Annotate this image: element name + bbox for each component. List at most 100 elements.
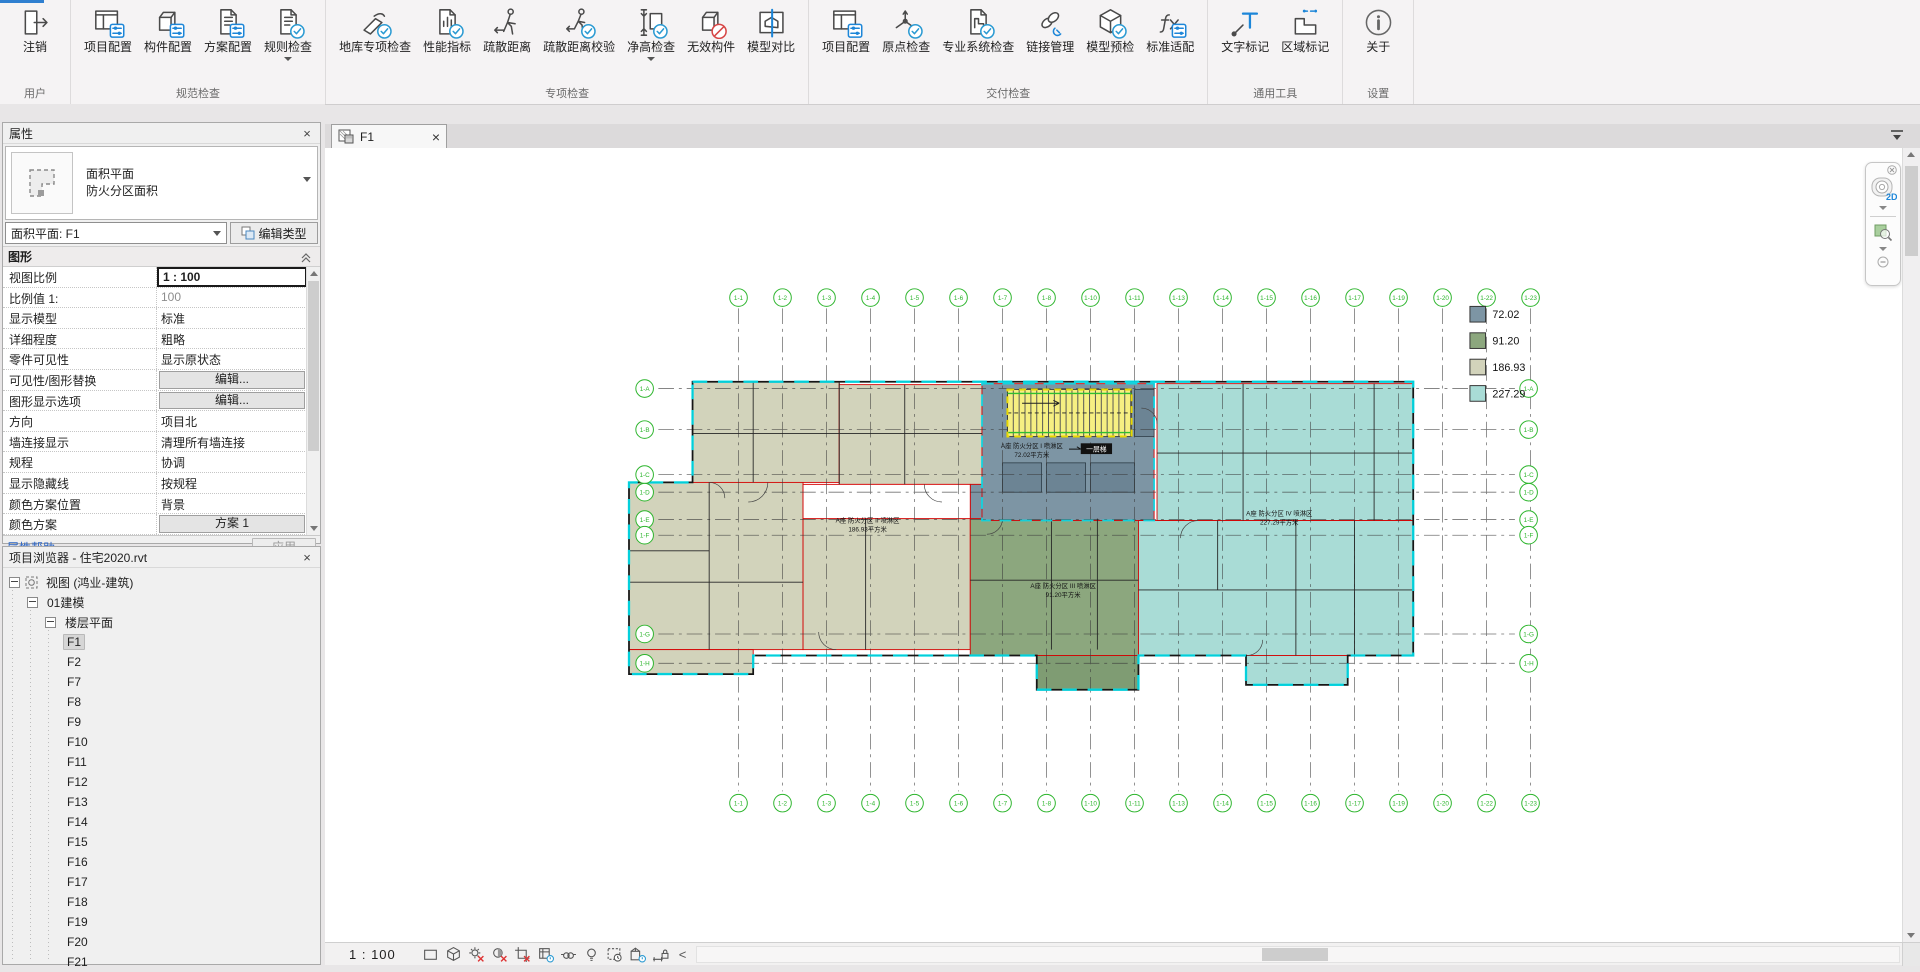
tree-item-F18[interactable]: F18 — [5, 892, 320, 912]
property-value[interactable]: 标准 — [157, 308, 307, 328]
ribbon-button-规则检查[interactable]: 规则检查 — [258, 4, 318, 63]
ribbon-button-标准适配[interactable]: 标准适配 — [1140, 4, 1200, 56]
ribbon-button-区域标记[interactable]: 区域标记 — [1275, 4, 1335, 56]
tree-item-F13[interactable]: F13 — [5, 792, 320, 812]
tree-item-F15[interactable]: F15 — [5, 832, 320, 852]
shadows-off-icon[interactable] — [491, 946, 508, 963]
analytical-model-icon[interactable] — [629, 946, 646, 963]
property-value[interactable]: 背景 — [157, 494, 307, 514]
property-value[interactable]: 100 — [157, 288, 307, 308]
area-region[interactable] — [1138, 521, 1413, 656]
ribbon-button-文字标记[interactable]: 文字标记 — [1215, 4, 1275, 56]
tree-expander-icon[interactable] — [45, 617, 56, 628]
drawing-area[interactable]: A座 防火分区 I 喷淋区72.02平方米A座 防火分区 II 喷淋区186.9… — [325, 148, 1903, 942]
ribbon-button-模型预检[interactable]: 模型预检 — [1080, 4, 1140, 56]
navbar-dropdown-icon[interactable] — [1879, 247, 1887, 251]
visual-style-icon[interactable] — [445, 946, 462, 963]
tree-expander-icon[interactable] — [27, 597, 38, 608]
ribbon-button-关于[interactable]: 关于 — [1350, 4, 1406, 56]
ribbon-button-原点检查[interactable]: 原点检查 — [876, 4, 936, 56]
type-combo[interactable]: 面积平面: F1 — [5, 222, 227, 244]
zoom-region-icon[interactable] — [1871, 220, 1895, 244]
property-value[interactable]: 项目北 — [157, 411, 307, 431]
ribbon-button-性能指标[interactable]: 性能指标 — [417, 4, 477, 56]
ribbon-button-地库专项检查[interactable]: 地库专项检查 — [333, 4, 417, 56]
ribbon-button-疏散距离校验[interactable]: 疏散距离校验 — [537, 4, 621, 56]
ribbon-button-无效构件[interactable]: 无效构件 — [681, 4, 741, 56]
chevron-down-icon[interactable] — [647, 57, 655, 61]
tab-close-icon[interactable]: × — [432, 131, 440, 143]
navbar-dropdown-icon[interactable] — [1879, 206, 1887, 210]
area-region[interactable] — [1246, 655, 1348, 684]
tree-item-F8[interactable]: F8 — [5, 692, 320, 712]
area-region[interactable] — [693, 382, 840, 483]
view-scale-label[interactable]: 1 : 100 — [349, 947, 396, 962]
tree-item-视图 (鸿业-建筑)[interactable]: 视图 (鸿业-建筑) — [5, 572, 320, 592]
ribbon-button-项目配置[interactable]: 项目配置 — [816, 4, 876, 56]
scroll-thumb[interactable] — [1905, 166, 1918, 256]
area-region[interactable] — [839, 385, 982, 485]
reveal-constraints-icon[interactable] — [652, 946, 669, 963]
scroll-thumb[interactable] — [1262, 948, 1328, 961]
chevron-down-icon[interactable] — [284, 57, 292, 61]
tree-item-F7[interactable]: F7 — [5, 672, 320, 692]
crop-region-off-icon[interactable] — [537, 946, 554, 963]
temporary-view-properties-icon[interactable] — [606, 946, 623, 963]
property-value[interactable]: 协调 — [157, 452, 307, 472]
tree-item-F11[interactable]: F11 — [5, 752, 320, 772]
tree-item-F16[interactable]: F16 — [5, 852, 320, 872]
scroll-down-icon[interactable] — [1907, 933, 1915, 938]
property-value[interactable]: 按规程 — [157, 473, 307, 493]
area-region[interactable] — [1157, 384, 1413, 521]
collapse-arrow-icon[interactable]: < — [679, 947, 687, 962]
area-region[interactable] — [1037, 655, 1139, 689]
close-icon[interactable]: × — [300, 126, 314, 141]
tree-item-F12[interactable]: F12 — [5, 772, 320, 792]
property-value[interactable]: 清理所有墙连接 — [157, 432, 307, 452]
chevron-down-icon[interactable] — [303, 177, 311, 182]
collapse-section-icon[interactable] — [299, 251, 315, 263]
edit-type-button[interactable]: 编辑类型 — [230, 222, 318, 244]
horizontal-scrollbar[interactable] — [696, 946, 1900, 963]
property-button[interactable]: 编辑... — [159, 371, 305, 389]
property-value[interactable]: 编辑... — [157, 370, 307, 390]
view-tab-f1[interactable]: F1 × — [331, 124, 447, 148]
ribbon-button-净高检查[interactable]: 净高检查 — [621, 4, 681, 63]
navbar-close-icon[interactable] — [1887, 165, 1897, 175]
property-button[interactable]: 方案 1 — [159, 515, 305, 533]
reveal-hidden-elements-icon[interactable] — [583, 946, 600, 963]
ribbon-button-疏散距离[interactable]: 疏散距离 — [477, 4, 537, 56]
sun-path-off-icon[interactable] — [468, 946, 485, 963]
ribbon-toggle-icon[interactable] — [1888, 129, 1906, 142]
temporary-hide-isolate-icon[interactable] — [560, 946, 577, 963]
tree-item-F20[interactable]: F20 — [5, 932, 320, 952]
close-icon[interactable]: × — [300, 550, 314, 565]
crop-view-off-icon[interactable] — [514, 946, 531, 963]
section-graphics[interactable]: 图形 — [3, 246, 320, 267]
tree-item-F2[interactable]: F2 — [5, 652, 320, 672]
property-scrollbar[interactable] — [306, 267, 320, 535]
tree-item-楼层平面[interactable]: 楼层平面 — [5, 612, 320, 632]
area-region[interactable] — [803, 519, 970, 650]
ribbon-button-专业系统检查[interactable]: 专业系统检查 — [936, 4, 1020, 56]
ribbon-button-模型对比[interactable]: 模型对比 — [741, 4, 801, 56]
property-value[interactable]: 粗略 — [157, 329, 307, 349]
vertical-scrollbar[interactable] — [1902, 148, 1920, 942]
property-value[interactable]: 编辑... — [157, 391, 307, 411]
scroll-up-icon[interactable] — [1907, 152, 1915, 157]
ribbon-button-构件配置[interactable]: 构件配置 — [138, 4, 198, 56]
tree-item-F17[interactable]: F17 — [5, 872, 320, 892]
ribbon-button-链接管理[interactable]: 链接管理 — [1020, 4, 1080, 56]
scroll-thumb[interactable] — [308, 281, 319, 451]
tree-item-F21[interactable]: F21 — [5, 952, 320, 972]
property-value[interactable]: 显示原状态 — [157, 349, 307, 369]
property-input[interactable]: 1 : 100 — [157, 267, 307, 287]
tree-item-F1[interactable]: F1 — [5, 632, 320, 652]
scroll-up-icon[interactable] — [310, 271, 318, 276]
steering-wheel-2d-icon[interactable]: 2D — [1869, 175, 1897, 203]
property-value[interactable]: 方案 1 — [157, 514, 307, 534]
tree-item-F14[interactable]: F14 — [5, 812, 320, 832]
ribbon-button-项目配置[interactable]: 项目配置 — [78, 4, 138, 56]
navbar-minimize-icon[interactable] — [1877, 256, 1889, 268]
tree-expander-icon[interactable] — [9, 577, 20, 588]
